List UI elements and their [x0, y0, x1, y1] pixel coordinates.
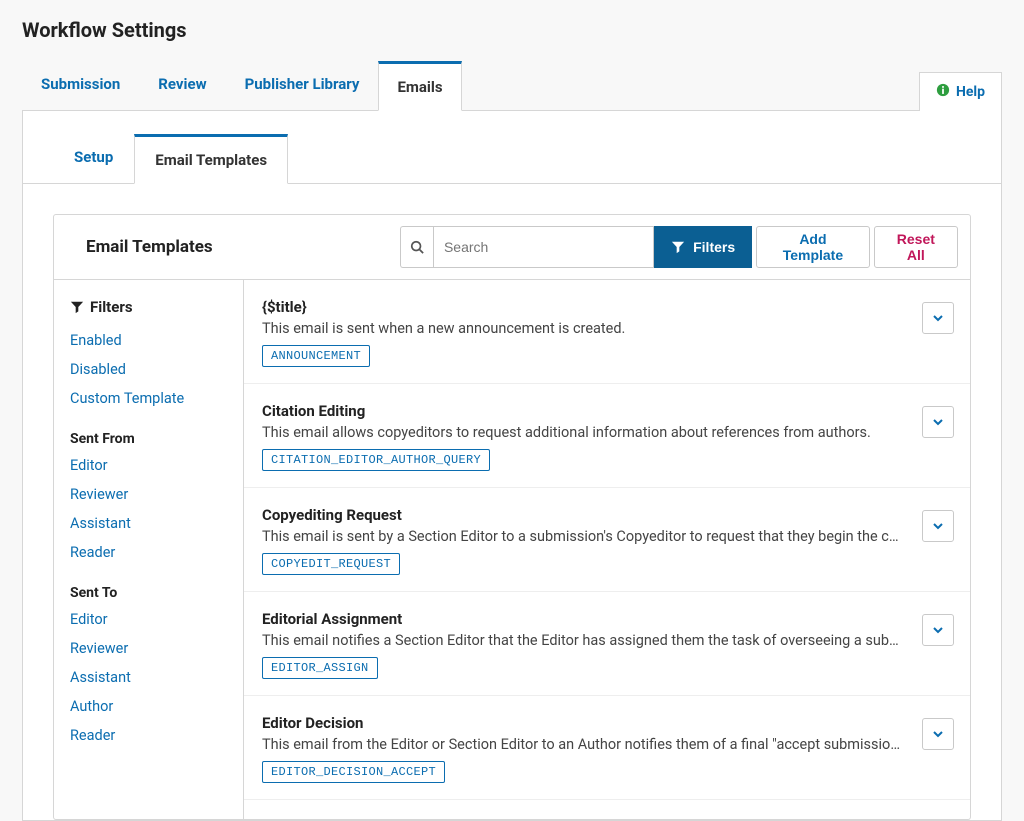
template-code-badge: ANNOUNCEMENT: [262, 345, 370, 367]
template-description: This email allows copyeditors to request…: [262, 424, 902, 441]
tab-submission[interactable]: Submission: [22, 60, 139, 110]
sent-from-reader[interactable]: Reader: [70, 538, 229, 567]
toolbar: Email Templates Filters Add Template Res…: [53, 214, 971, 280]
filters-heading: Filters: [70, 298, 229, 316]
expand-button[interactable]: [922, 718, 954, 750]
template-title: Copyediting Request: [262, 506, 952, 524]
template-title: Editorial Assignment: [262, 610, 952, 628]
sent-from-editor[interactable]: Editor: [70, 451, 229, 480]
filter-disabled[interactable]: Disabled: [70, 355, 229, 384]
template-title: Editor Decision: [262, 714, 952, 732]
sent-to-reader[interactable]: Reader: [70, 721, 229, 750]
template-item: Copyediting Request This email is sent by…: [244, 488, 970, 592]
help-button[interactable]: Help: [919, 72, 1002, 111]
filters-label: Filters: [693, 239, 735, 255]
template-title: Citation Editing: [262, 402, 952, 420]
sent-from-reviewer[interactable]: Reviewer: [70, 480, 229, 509]
template-item: Editorial Assignment This email notifies …: [244, 592, 970, 696]
tab-review[interactable]: Review: [139, 60, 225, 110]
chevron-down-icon: [932, 728, 944, 740]
tab-emails[interactable]: Emails: [378, 61, 461, 111]
filter-enabled[interactable]: Enabled: [70, 326, 229, 355]
help-label: Help: [956, 84, 985, 100]
search-input[interactable]: [433, 226, 654, 268]
sub-tab-row: Setup Email Templates: [23, 111, 1001, 184]
chevron-down-icon: [932, 312, 944, 324]
tab-publisher-library[interactable]: Publisher Library: [226, 60, 379, 110]
filter-icon: [70, 300, 84, 314]
sent-to-assistant[interactable]: Assistant: [70, 663, 229, 692]
filter-icon: [671, 240, 685, 254]
info-icon: [936, 83, 950, 101]
template-item: Citation Editing This email allows copyed…: [244, 384, 970, 488]
template-description: This email is sent when a new announceme…: [262, 320, 902, 337]
expand-button[interactable]: [922, 614, 954, 646]
chevron-down-icon: [932, 416, 944, 428]
sent-to-reviewer[interactable]: Reviewer: [70, 634, 229, 663]
section-heading: Email Templates: [70, 225, 400, 269]
chevron-down-icon: [932, 520, 944, 532]
search-button[interactable]: [400, 226, 433, 268]
filters-button[interactable]: Filters: [654, 226, 752, 268]
template-description: This email from the Editor or Section Ed…: [262, 736, 902, 753]
search-icon: [410, 240, 424, 254]
filter-custom-template[interactable]: Custom Template: [70, 384, 229, 413]
expand-button[interactable]: [922, 406, 954, 438]
template-description: This email notifies a Section Editor tha…: [262, 632, 902, 649]
template-title: {$title}: [262, 298, 952, 316]
sent-from-assistant[interactable]: Assistant: [70, 509, 229, 538]
template-item: Editor Decision This email from the Edito…: [244, 696, 970, 800]
expand-button[interactable]: [922, 510, 954, 542]
expand-button[interactable]: [922, 302, 954, 334]
reset-all-button[interactable]: Reset All: [874, 226, 958, 268]
primary-tab-row: Submission Review Publisher Library Emai…: [22, 60, 1002, 110]
template-description: This email is sent by a Section Editor t…: [262, 528, 902, 545]
sent-from-heading: Sent From: [70, 431, 229, 447]
subtab-email-templates[interactable]: Email Templates: [134, 134, 288, 184]
sent-to-editor[interactable]: Editor: [70, 605, 229, 634]
template-list: {$title} This email is sent when a new an…: [244, 280, 970, 819]
chevron-down-icon: [932, 624, 944, 636]
template-code-badge: CITATION_EDITOR_AUTHOR_QUERY: [262, 449, 490, 471]
sent-to-author[interactable]: Author: [70, 692, 229, 721]
page-title: Workflow Settings: [22, 18, 1002, 42]
add-template-button[interactable]: Add Template: [756, 226, 870, 268]
sent-to-heading: Sent To: [70, 585, 229, 601]
template-code-badge: EDITOR_ASSIGN: [262, 657, 378, 679]
filters-heading-text: Filters: [90, 298, 133, 316]
main-panel: Setup Email Templates Email Templates Fi…: [22, 110, 1002, 821]
filters-sidebar: Filters Enabled Disabled Custom Template…: [54, 280, 244, 819]
subtab-setup[interactable]: Setup: [53, 133, 134, 183]
template-code-badge: COPYEDIT_REQUEST: [262, 553, 400, 575]
template-code-badge: EDITOR_DECISION_ACCEPT: [262, 761, 445, 783]
template-item: {$title} This email is sent when a new an…: [244, 280, 970, 384]
